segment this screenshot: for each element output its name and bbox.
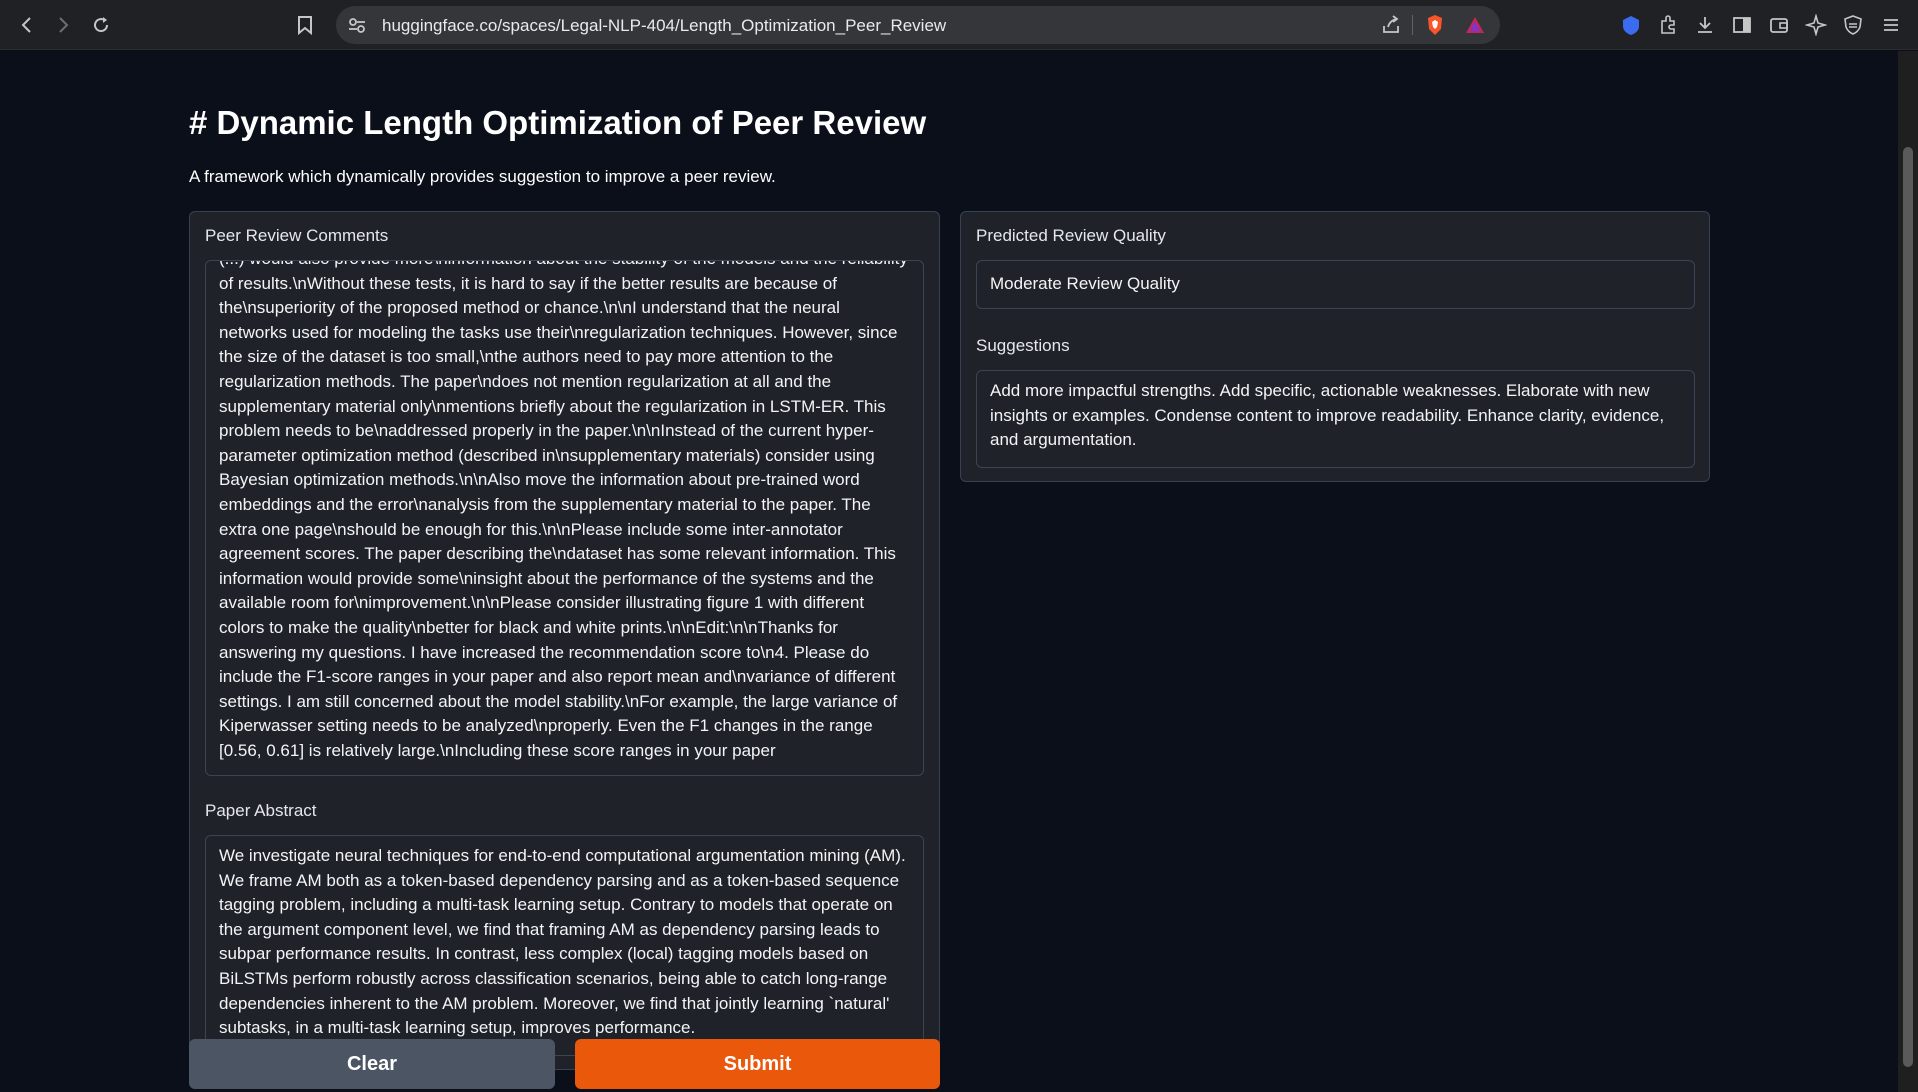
wallet-icon[interactable] (1768, 14, 1790, 36)
reload-icon[interactable] (86, 10, 116, 40)
url-divider (1412, 15, 1413, 35)
page-scrollbar[interactable] (1898, 51, 1918, 1092)
brave-shields-icon[interactable] (1424, 14, 1446, 36)
vpn-icon[interactable] (1842, 14, 1864, 36)
extensions-icon[interactable] (1657, 14, 1679, 36)
page-title: # Dynamic Length Optimization of Peer Re… (189, 104, 927, 141)
site-settings-icon[interactable] (346, 14, 368, 36)
abstract-label: Paper Abstract (205, 801, 317, 820)
brave-rewards-icon[interactable] (1464, 14, 1486, 36)
abstract-textarea[interactable]: We investigate neural techniques for end… (205, 835, 924, 1056)
review-text: (...) would also provide more\ninformati… (219, 261, 908, 760)
suggestions-label: Suggestions (976, 336, 1070, 355)
forward-icon[interactable] (48, 10, 78, 40)
menu-icon[interactable] (1880, 14, 1902, 36)
quality-output: Moderate Review Quality (976, 260, 1695, 309)
bookmark-icon[interactable] (290, 10, 320, 40)
suggestions-text: Add more impactful strengths. Add specif… (990, 381, 1665, 450)
input-panel: Peer Review Comments (...) would also pr… (189, 211, 940, 1070)
page-content: # Dynamic Length Optimization of Peer Re… (0, 51, 1898, 1092)
browser-toolbar: huggingface.co/spaces/Legal-NLP-404/Leng… (0, 0, 1918, 50)
address-bar[interactable]: huggingface.co/spaces/Legal-NLP-404/Leng… (336, 6, 1500, 44)
quality-label: Predicted Review Quality (976, 226, 1166, 245)
review-label: Peer Review Comments (205, 226, 389, 245)
share-icon[interactable] (1380, 14, 1402, 36)
leo-ai-icon[interactable] (1805, 14, 1827, 36)
back-icon[interactable] (12, 10, 42, 40)
submit-button[interactable]: Submit (575, 1039, 940, 1089)
url-text: huggingface.co/spaces/Legal-NLP-404/Leng… (382, 16, 947, 35)
scrollbar-thumb[interactable] (1903, 147, 1913, 1067)
suggestions-output: Add more impactful strengths. Add specif… (976, 370, 1695, 468)
output-panel: Predicted Review Quality Moderate Review… (960, 211, 1710, 482)
review-textarea[interactable]: (...) would also provide more\ninformati… (205, 260, 924, 776)
clear-button[interactable]: Clear (189, 1039, 555, 1089)
quality-value: Moderate Review Quality (990, 274, 1180, 293)
vpn-shield-icon[interactable] (1620, 14, 1642, 36)
page-subtitle: A framework which dynamically provides s… (189, 167, 776, 186)
abstract-text: We investigate neural techniques for end… (219, 846, 906, 1038)
sidebar-icon[interactable] (1731, 14, 1753, 36)
download-icon[interactable] (1694, 14, 1716, 36)
